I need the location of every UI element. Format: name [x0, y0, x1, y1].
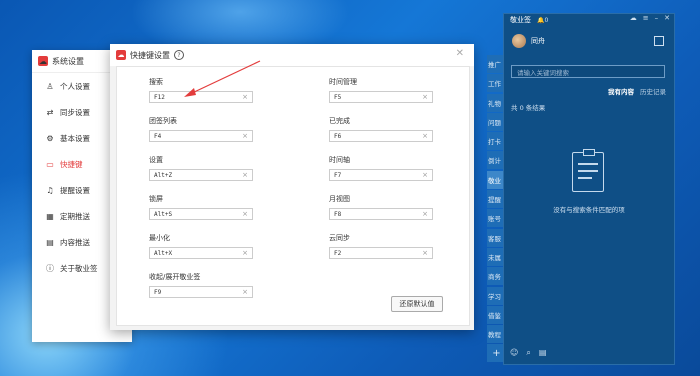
search-input[interactable]: 请输入关键词搜索 [511, 65, 665, 78]
calendar-icon[interactable] [654, 36, 664, 46]
skin-icon[interactable]: ☁ [630, 14, 637, 22]
contacts-icon[interactable]: ☺ [510, 348, 518, 358]
search-icon[interactable]: ⌕ [526, 348, 530, 358]
avatar[interactable] [512, 34, 526, 48]
annotation-arrow-head [184, 88, 196, 97]
shortcut-dialog: ☁ 快捷键设置 ? ✕ 还原默认值 搜索 F12 × 时间管理 F5 × 团签列表 F4 × 已完… [110, 44, 474, 330]
sidebar-item-label: 同步设置 [60, 107, 90, 117]
app-title: 敬业签 [510, 16, 531, 24]
content-icon: ▤ [46, 237, 54, 247]
menu-icon[interactable]: ≡ [643, 14, 649, 22]
system-settings-title: 系统设置 [52, 56, 84, 66]
filter-history[interactable]: 历史记录 [640, 86, 666, 96]
window-controls: ☁ ≡ – ✕ [630, 14, 670, 22]
keyboard-icon: ▭ [46, 159, 54, 169]
username: 同舟 [531, 37, 545, 45]
sidebar-item-label: 个人设置 [60, 81, 90, 91]
schedule-icon: ▦ [46, 211, 54, 221]
bell-count: 0 [544, 16, 549, 24]
sidebar-item-label: 关于敬业签 [60, 263, 98, 273]
sidebar-item-label: 内容推送 [60, 237, 90, 247]
app-bottom-bar: ☺ ⌕ ▤ [510, 348, 546, 358]
result-count: 共 0 条结果 [511, 104, 546, 112]
app-logo-icon: ☁ [38, 56, 48, 66]
user-info[interactable]: 同舟 [512, 34, 545, 48]
sidebar-item-label: 定期推送 [60, 211, 90, 221]
jingyeqian-panel: 敬业签 🔔0 ☁ ≡ – ✕ 同舟 请输入关键词搜索 我有内容 历史记录 共 0… [503, 13, 675, 365]
clipboard-icon [572, 149, 604, 192]
bell-icon: ♫ [46, 185, 54, 195]
gear-icon: ⚙ [46, 133, 54, 143]
annotation-arrow [184, 60, 261, 97]
sidebar-item-label: 提醒设置 [60, 185, 90, 195]
message-icon[interactable]: ▤ [539, 348, 547, 358]
sidebar-item-label: 基本设置 [60, 133, 90, 143]
search-filters: 我有内容 历史记录 [608, 86, 666, 96]
info-icon: ⓘ [46, 263, 54, 273]
bell-icon[interactable]: 🔔0 [537, 17, 548, 24]
user-icon: ♙ [46, 81, 54, 91]
sync-icon: ⇄ [46, 107, 54, 117]
minimize-icon[interactable]: – [655, 14, 659, 22]
annotation-arrow-line [189, 60, 261, 95]
filter-has-content[interactable]: 我有内容 [608, 86, 634, 96]
empty-message: 没有与搜索条件匹配的项 [553, 206, 625, 214]
sidebar-item-label: 快捷键 [60, 159, 83, 169]
close-icon[interactable]: ✕ [664, 14, 670, 22]
